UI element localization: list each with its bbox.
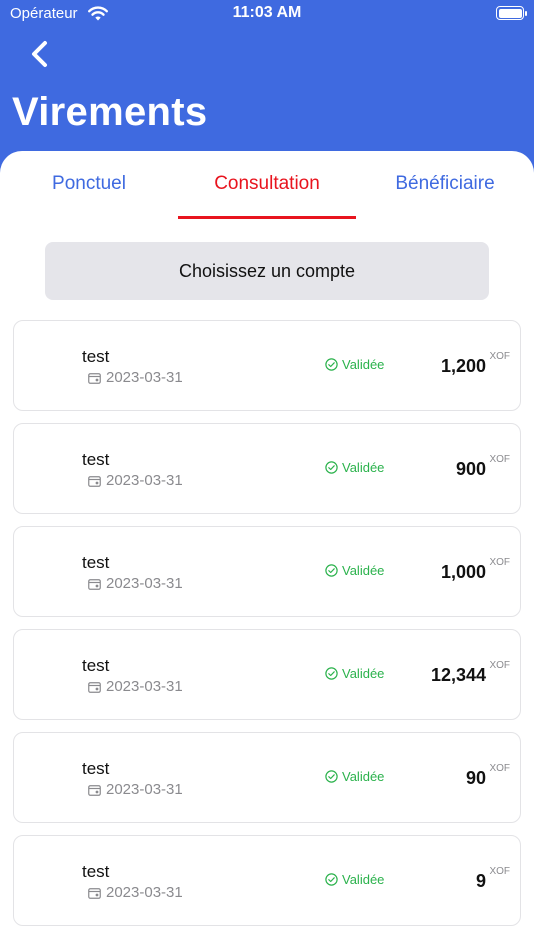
transaction-card[interactable]: test 2023-03-31 Validée 1,000 XOF bbox=[13, 526, 521, 617]
transaction-amount: 900 bbox=[455, 459, 486, 479]
calendar-icon bbox=[88, 372, 101, 384]
currency-label: XOF bbox=[489, 351, 510, 362]
currency-label: XOF bbox=[489, 557, 510, 568]
status-badge: Validée bbox=[325, 357, 384, 372]
transaction-date: 2023-03-31 bbox=[88, 575, 183, 592]
transaction-name: test bbox=[82, 759, 110, 778]
transaction-card[interactable]: test 2023-03-31 Validée 1,200 XOF bbox=[13, 320, 521, 411]
transaction-amount: 12,344 bbox=[430, 665, 486, 685]
content-sheet: Ponctuel Consultation Bénéficiaire Chois… bbox=[0, 151, 534, 950]
check-circle-icon bbox=[325, 667, 338, 680]
currency-label: XOF bbox=[489, 454, 510, 465]
transaction-card[interactable]: test 2023-03-31 Validée 9 XOF bbox=[13, 835, 521, 926]
transaction-name: test bbox=[82, 862, 110, 881]
tab-ponctuel[interactable]: Ponctuel bbox=[0, 151, 178, 221]
transaction-date: 2023-03-31 bbox=[88, 369, 183, 386]
currency-label: XOF bbox=[489, 763, 510, 774]
transaction-date: 2023-03-31 bbox=[88, 678, 183, 695]
calendar-icon bbox=[88, 578, 101, 590]
transaction-name: test bbox=[82, 656, 110, 675]
transaction-card[interactable]: test 2023-03-31 Validée 900 XOF bbox=[13, 423, 521, 514]
page-title: Virements bbox=[12, 90, 208, 134]
tab-bar: Ponctuel Consultation Bénéficiaire bbox=[0, 151, 534, 221]
transaction-card[interactable]: test 2023-03-31 Validée 90 XOF bbox=[13, 732, 521, 823]
currency-label: XOF bbox=[489, 866, 510, 877]
transaction-name: test bbox=[82, 450, 110, 469]
transaction-date: 2023-03-31 bbox=[88, 781, 183, 798]
status-badge: Validée bbox=[325, 563, 384, 578]
transaction-amount: 1,200 bbox=[440, 356, 486, 376]
check-circle-icon bbox=[325, 358, 338, 371]
check-circle-icon bbox=[325, 873, 338, 886]
tab-beneficiaire[interactable]: Bénéficiaire bbox=[356, 151, 534, 221]
calendar-icon bbox=[88, 887, 101, 899]
status-badge: Validée bbox=[325, 666, 384, 681]
check-circle-icon bbox=[325, 564, 338, 577]
clock: 11:03 AM bbox=[232, 4, 302, 21]
status-badge: Validée bbox=[325, 769, 384, 784]
transaction-list: test 2023-03-31 Validée 1,200 XOF test 2… bbox=[13, 320, 521, 938]
check-circle-icon bbox=[325, 461, 338, 474]
status-bar: Opérateur 11:03 AM bbox=[0, 0, 534, 30]
transaction-name: test bbox=[82, 553, 110, 572]
transaction-date: 2023-03-31 bbox=[88, 472, 183, 489]
transaction-amount: 9 bbox=[475, 871, 486, 891]
transaction-name: test bbox=[82, 347, 110, 366]
calendar-icon bbox=[88, 784, 101, 796]
calendar-icon bbox=[88, 681, 101, 693]
chevron-left-icon[interactable] bbox=[26, 38, 54, 70]
transaction-card[interactable]: test 2023-03-31 Validée 12,344 XOF bbox=[13, 629, 521, 720]
calendar-icon bbox=[88, 475, 101, 487]
transaction-amount: 90 bbox=[465, 768, 486, 788]
check-circle-icon bbox=[325, 770, 338, 783]
status-badge: Validée bbox=[325, 872, 384, 887]
transaction-date: 2023-03-31 bbox=[88, 884, 183, 901]
currency-label: XOF bbox=[489, 660, 510, 671]
tab-consultation[interactable]: Consultation bbox=[178, 151, 356, 221]
account-selector-button[interactable]: Choisissez un compte bbox=[45, 242, 489, 300]
battery-icon bbox=[496, 6, 527, 20]
status-badge: Validée bbox=[325, 460, 384, 475]
transaction-amount: 1,000 bbox=[440, 562, 486, 582]
